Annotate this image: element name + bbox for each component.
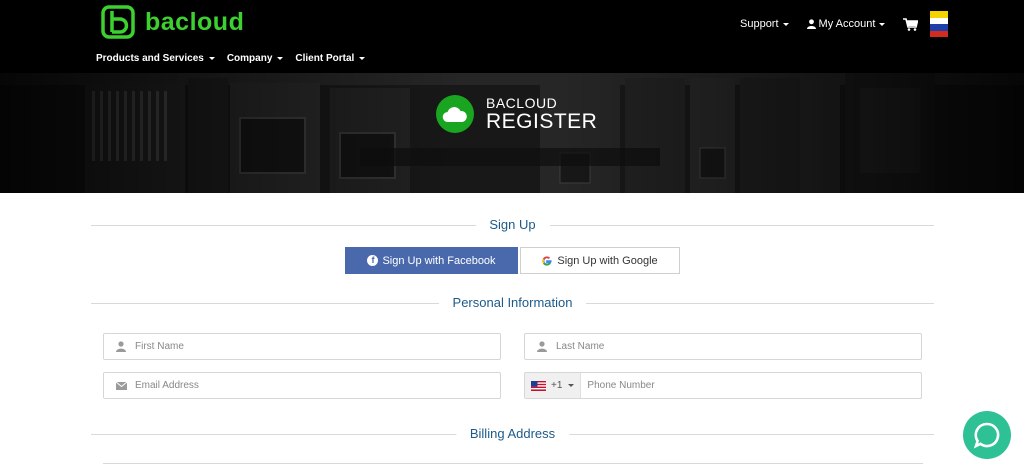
- country-code-label: +1: [551, 380, 563, 391]
- section-title: Sign Up: [475, 217, 550, 232]
- top-right-nav: Support My Account: [740, 11, 949, 37]
- section-title: Billing Address: [455, 426, 570, 441]
- personal-info-section-heading: Personal Information: [91, 293, 934, 313]
- nav-label: Company: [226, 53, 273, 64]
- my-account-label: My Account: [818, 18, 876, 30]
- chevron-down-icon: [277, 57, 284, 60]
- user-icon: [115, 341, 127, 352]
- logo-icon: [101, 5, 135, 39]
- nav-label: Products and Services: [96, 53, 204, 64]
- hero-subtitle: BACLOUD: [486, 95, 558, 111]
- nav-company[interactable]: Company: [227, 53, 284, 64]
- nav-products-and-services[interactable]: Products and Services: [96, 53, 215, 64]
- google-icon: [542, 255, 552, 266]
- country-code-select[interactable]: +1: [525, 373, 582, 398]
- nav-label: Client Portal: [295, 53, 355, 64]
- facebook-button-label: Sign Up with Facebook: [382, 254, 496, 267]
- phone-input[interactable]: [587, 380, 921, 391]
- signup-google-button[interactable]: Sign Up with Google: [520, 247, 680, 274]
- google-button-label: Sign Up with Google: [557, 254, 658, 267]
- flag-ru-icon[interactable]: [930, 11, 949, 37]
- support-menu[interactable]: Support: [740, 18, 789, 30]
- hero-banner: BACLOUD REGISTER: [0, 73, 1024, 193]
- last-name-input[interactable]: [556, 341, 893, 352]
- email-input[interactable]: [135, 380, 472, 391]
- email-field[interactable]: [103, 372, 501, 399]
- signup-facebook-button[interactable]: f Sign Up with Facebook: [345, 247, 518, 274]
- nav-client-portal[interactable]: Client Portal: [295, 53, 366, 64]
- cloud-icon: [436, 95, 474, 133]
- chevron-down-icon: [568, 384, 575, 387]
- user-icon: [806, 19, 816, 29]
- billing-section-heading: Billing Address: [91, 424, 934, 444]
- first-name-field[interactable]: [103, 333, 501, 360]
- first-name-input[interactable]: [135, 341, 472, 352]
- top-header: bacloud Support My Account Products and …: [0, 0, 1024, 73]
- chat-widget-button[interactable]: [963, 411, 1011, 459]
- cart-icon[interactable]: [903, 17, 919, 31]
- chevron-down-icon: [782, 22, 789, 26]
- billing-field-top-edge: [103, 463, 923, 464]
- chevron-down-icon: [879, 22, 886, 26]
- my-account-menu[interactable]: My Account: [806, 18, 886, 30]
- envelope-icon: [115, 381, 127, 390]
- facebook-icon: f: [367, 255, 379, 266]
- section-title: Personal Information: [438, 295, 587, 310]
- brand-name: bacloud: [145, 7, 245, 36]
- last-name-field[interactable]: [524, 333, 922, 360]
- chevron-down-icon: [359, 57, 366, 60]
- chat-bubble-icon: [973, 422, 1000, 449]
- page-title: REGISTER: [486, 110, 598, 133]
- user-icon: [536, 341, 548, 352]
- signup-section-heading: Sign Up: [91, 215, 934, 235]
- phone-field[interactable]: +1: [524, 372, 922, 399]
- flag-us-icon: [531, 380, 546, 391]
- chevron-down-icon: [208, 57, 215, 60]
- support-label: Support: [740, 18, 779, 30]
- main-navigation: Products and Services Company Client Por…: [96, 53, 377, 64]
- brand-logo[interactable]: bacloud: [101, 5, 244, 39]
